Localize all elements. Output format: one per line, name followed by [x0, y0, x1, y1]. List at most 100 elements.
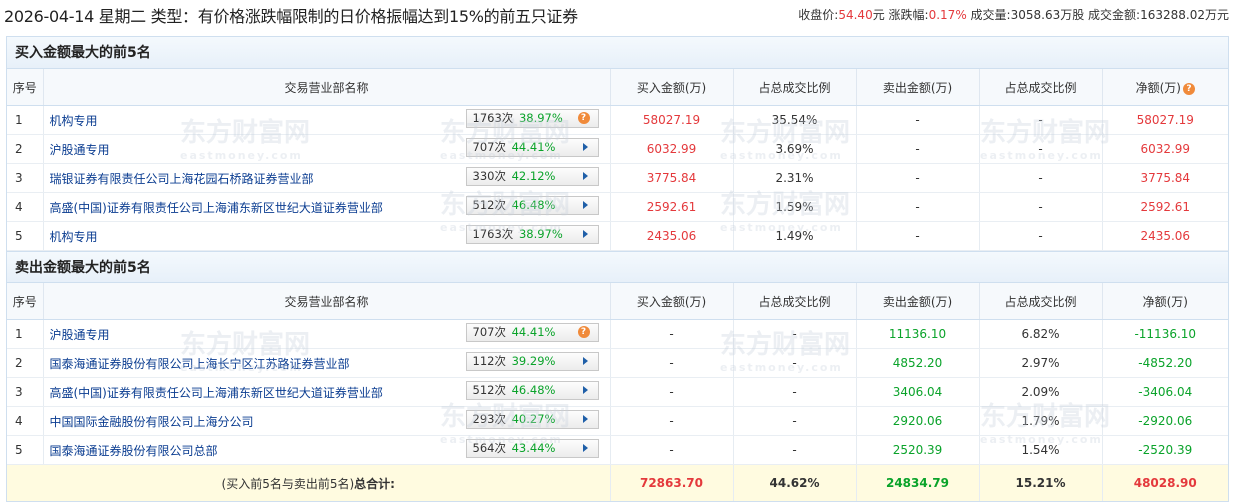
arrow-right-icon[interactable]: [582, 172, 588, 180]
branch-cell: 沪股通专用 707次 44.41%: [43, 134, 611, 164]
branch-stats-button[interactable]: 512次 46.48%: [465, 196, 599, 215]
net-amount: 6032.99: [1102, 134, 1228, 164]
question-icon[interactable]: ?: [1182, 82, 1195, 95]
buy-table: 序号 交易营业部名称 买入金额(万) 占总成交比例 卖出金额(万) 占总成交比例…: [7, 69, 1228, 251]
buy-ratio: 1.59%: [733, 192, 857, 222]
buy-ratio: 35.54%: [733, 105, 857, 135]
col-buy-ratio: 占总成交比例: [733, 283, 857, 320]
branch-stats-button[interactable]: 112次 39.29%: [465, 352, 599, 371]
branch-name-link[interactable]: 国泰海通证券股份有限公司上海长宁区江苏路证券营业部: [50, 357, 350, 371]
branch-name-link[interactable]: 国泰海通证券股份有限公司总部: [50, 444, 218, 458]
arrow-right-icon[interactable]: [582, 201, 588, 209]
question-icon[interactable]: ?: [577, 326, 590, 338]
total-sell-ratio: 15.21%: [979, 464, 1103, 501]
sell-ratio: 6.82%: [979, 319, 1103, 349]
branch-stats-button[interactable]: 330次 42.12%: [465, 167, 599, 186]
total-label-pre: (买入前5名与卖出前5名): [221, 476, 355, 491]
sell-section-title: 卖出金额最大的前5名: [7, 251, 1228, 283]
listing-count: 707次: [472, 325, 506, 339]
branch-cell: 高盛(中国)证券有限责任公司上海浦东新区世纪大道证券营业部 512次 46.48%: [43, 192, 611, 222]
amount-value: 163288.02万元: [1140, 8, 1229, 22]
buy-ratio: 3.69%: [733, 134, 857, 164]
branch-stats-button[interactable]: 564次 43.44%: [465, 439, 599, 458]
row-index: 1: [7, 105, 44, 135]
buy-amount: -: [610, 377, 734, 407]
branch-name-link[interactable]: 中国国际金融股份有限公司上海分公司: [50, 415, 254, 429]
col-net: 净额(万): [1102, 283, 1228, 320]
sell-amount: 2520.39: [856, 435, 980, 465]
row-index: 5: [7, 435, 44, 465]
col-idx: 序号: [7, 283, 44, 320]
listing-count: 512次: [472, 198, 506, 212]
branch-stats-button[interactable]: 512次 46.48%: [465, 381, 599, 400]
arrow-right-icon[interactable]: [582, 230, 588, 238]
buy-ratio: -: [733, 348, 857, 378]
sell-ratio: -: [979, 105, 1103, 135]
total-sell: 24834.79: [856, 464, 980, 501]
buy-ratio: 1.49%: [733, 221, 857, 251]
buy-ratio: 2.31%: [733, 163, 857, 193]
net-amount: -2520.39: [1102, 435, 1228, 465]
page-title: 2026-04-14 星期二 类型：有价格涨跌幅限制的日价格振幅达到15%的前五…: [4, 7, 578, 26]
sell-amount: -: [856, 221, 980, 251]
branch-stats-button[interactable]: 707次 44.41%?: [465, 323, 599, 342]
sell-amount: -: [856, 105, 980, 135]
branch-stats-button[interactable]: 1763次 38.97%?: [465, 109, 599, 128]
branch-name-link[interactable]: 高盛(中国)证券有限责任公司上海浦东新区世纪大道证券营业部: [50, 201, 383, 215]
branch-stats-button[interactable]: 1763次 38.97%: [465, 225, 599, 244]
row-index: 4: [7, 192, 44, 222]
row-index: 3: [7, 377, 44, 407]
sell-ratio: -: [979, 192, 1103, 222]
table-row: 3 高盛(中国)证券有限责任公司上海浦东新区世纪大道证券营业部 512次 46.48…: [7, 377, 1228, 407]
question-icon[interactable]: ?: [577, 112, 590, 124]
win-rate: 40.27%: [511, 412, 556, 426]
col-buy-ratio: 占总成交比例: [733, 69, 857, 106]
arrow-right-icon[interactable]: [582, 357, 588, 365]
top-bar: 2026-04-14 星期二 类型：有价格涨跌幅限制的日价格振幅达到15%的前五…: [0, 0, 1253, 28]
win-rate: 46.48%: [511, 383, 556, 397]
branch-stats-button[interactable]: 707次 44.41%: [465, 138, 599, 157]
listing-count: 1763次: [472, 227, 514, 241]
arrow-right-icon[interactable]: [582, 444, 588, 452]
total-buy-ratio: 44.62%: [733, 464, 857, 501]
branch-name-link[interactable]: 机构专用: [50, 114, 98, 128]
branch-name-link[interactable]: 机构专用: [50, 230, 98, 244]
branch-name-link[interactable]: 瑞银证券有限责任公司上海花园石桥路证券营业部: [50, 172, 314, 186]
net-amount: -3406.04: [1102, 377, 1228, 407]
amount-label: 成交金额:: [1088, 8, 1141, 22]
buy-ratio: -: [733, 435, 857, 465]
listing-count: 112次: [472, 354, 506, 368]
col-sell-ratio: 占总成交比例: [979, 69, 1103, 106]
sell-table-header: 序号 交易营业部名称 买入金额(万) 占总成交比例 卖出金额(万) 占总成交比例…: [7, 283, 1228, 320]
col-buy: 买入金额(万): [610, 283, 734, 320]
sell-ratio: -: [979, 221, 1103, 251]
table-row: 4 中国国际金融股份有限公司上海分公司 293次 40.27% - -2920.06 1.…: [7, 406, 1228, 436]
arrow-right-icon[interactable]: [582, 415, 588, 423]
sell-ratio: 2.09%: [979, 377, 1103, 407]
branch-stats-button[interactable]: 293次 40.27%: [465, 410, 599, 429]
branch-cell: 高盛(中国)证券有限责任公司上海浦东新区世纪大道证券营业部 512次 46.48%: [43, 377, 611, 407]
arrow-right-icon[interactable]: [582, 386, 588, 394]
table-row: 5 机构专用 1763次 38.97% 2435.06 1.49% - -2435.06: [7, 221, 1228, 251]
sell-ratio: -: [979, 134, 1103, 164]
buy-ratio: -: [733, 406, 857, 436]
win-rate: 46.48%: [511, 198, 556, 212]
branch-name-link[interactable]: 沪股通专用: [50, 143, 110, 157]
branch-cell: 中国国际金融股份有限公司上海分公司 293次 40.27%: [43, 406, 611, 436]
table-row: 2 国泰海通证券股份有限公司上海长宁区江苏路证券营业部 112次 39.29% - -4…: [7, 348, 1228, 378]
buy-amount: -: [610, 435, 734, 465]
col-net: 净额(万)?: [1102, 69, 1228, 106]
sell-ratio: 1.79%: [979, 406, 1103, 436]
table-row: 2 沪股通专用 707次 44.41% 6032.99 3.69% - -6032.99: [7, 134, 1228, 164]
volume-label: 成交量:: [970, 8, 1011, 22]
sell-amount: 11136.10: [856, 319, 980, 349]
billboard-table-panel: 买入金额最大的前5名 序号 交易营业部名称 买入金额(万) 占总成交比例 卖出金…: [6, 36, 1229, 502]
branch-name-link[interactable]: 沪股通专用: [50, 328, 110, 342]
table-row: 3 瑞银证券有限责任公司上海花园石桥路证券营业部 330次 42.12% 3775.8…: [7, 163, 1228, 193]
arrow-right-icon[interactable]: [582, 143, 588, 151]
buy-amount: -: [610, 319, 734, 349]
win-rate: 44.41%: [511, 140, 556, 154]
branch-name-link[interactable]: 高盛(中国)证券有限责任公司上海浦东新区世纪大道证券营业部: [50, 386, 383, 400]
total-buy: 72863.70: [610, 464, 734, 501]
buy-amount: 2592.61: [610, 192, 734, 222]
